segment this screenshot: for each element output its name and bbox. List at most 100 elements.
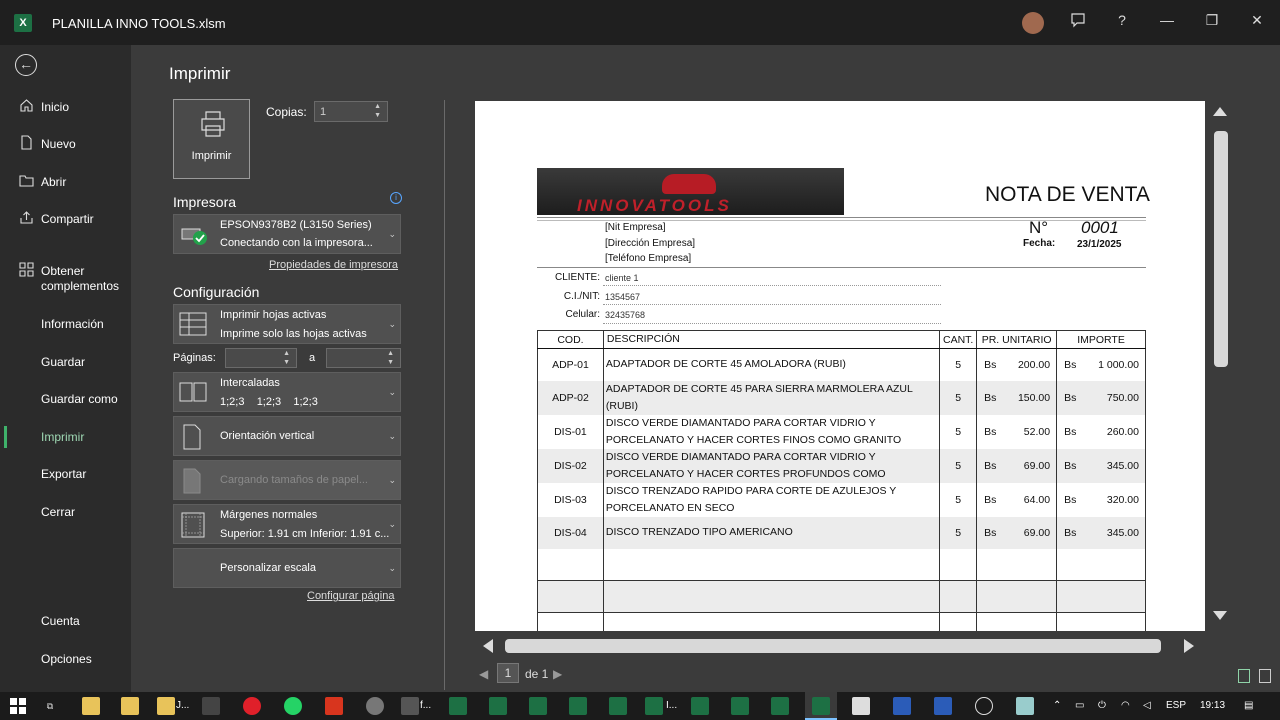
excel-taskbar-icon[interactable] xyxy=(609,697,627,715)
nav-label: Cuenta xyxy=(41,614,80,628)
windows-start-icon[interactable] xyxy=(10,698,26,714)
excel-taskbar-icon xyxy=(812,697,830,715)
restore-button[interactable]: ❐ xyxy=(1200,12,1224,29)
excel-taskbar-icon[interactable] xyxy=(489,697,507,715)
spinner-arrows-icon[interactable]: ▲ ▼ xyxy=(374,102,381,120)
nav-exportar[interactable]: Exportar xyxy=(0,459,131,489)
currency: Bs xyxy=(1064,526,1077,539)
orientation-dropdown[interactable]: Orientación vertical ⌄ xyxy=(173,416,401,456)
phone-link-icon[interactable] xyxy=(401,697,419,715)
currency: Bs xyxy=(1064,358,1077,371)
excel-taskbar-icon[interactable] xyxy=(691,697,709,715)
feedback-icon[interactable] xyxy=(1066,12,1090,31)
printer-dropdown[interactable]: EPSON9378B2 (L3150 Series) Conectando co… xyxy=(173,214,401,254)
horizontal-scrollbar[interactable] xyxy=(475,633,1205,659)
nav-informacion[interactable]: Información xyxy=(0,309,131,339)
user-avatar[interactable] xyxy=(1022,12,1044,34)
calculator-icon[interactable] xyxy=(202,697,220,715)
spinner-arrows-icon[interactable]: ▲ ▼ xyxy=(283,349,290,367)
help-button[interactable]: ? xyxy=(1110,12,1134,28)
nav-imprimir[interactable]: Imprimir xyxy=(0,422,131,452)
scroll-left-icon[interactable] xyxy=(483,639,493,653)
scale-dropdown[interactable]: Personalizar escala ⌄ xyxy=(173,548,401,588)
currency: Bs xyxy=(984,425,997,438)
vertical-scrollbar[interactable] xyxy=(1207,101,1233,631)
excel-taskbar-icon[interactable] xyxy=(771,697,789,715)
notifications-icon[interactable]: ▤ xyxy=(1244,700,1253,711)
client-phone-value: 32435768 xyxy=(605,310,646,320)
print-scope-dropdown[interactable]: Imprimir hojas activas Imprime solo las … xyxy=(173,304,401,344)
wifi-icon[interactable]: ◠ xyxy=(1121,700,1130,711)
app-icon[interactable] xyxy=(975,697,993,715)
folder-taskbar-icon[interactable] xyxy=(121,697,139,715)
nav-cuenta[interactable]: Cuenta xyxy=(0,606,131,636)
copies-input[interactable]: 1 ▲ ▼ xyxy=(314,101,388,122)
task-view-icon[interactable]: ⧉ xyxy=(41,697,59,715)
power-icon[interactable]: ⏻ xyxy=(1098,700,1106,711)
minimize-button[interactable]: — xyxy=(1155,12,1179,28)
volume-icon[interactable]: ◁ xyxy=(1143,700,1151,711)
pane-divider xyxy=(444,100,445,690)
nav-opciones[interactable]: Opciones xyxy=(0,644,131,674)
print-preview[interactable]: INNOVATOOLS NOTA DE VENTA N° 0001 Fecha:… xyxy=(475,101,1205,631)
collate-dropdown[interactable]: Intercaladas 1;2;3 1;2;3 1;2;3 ⌄ xyxy=(173,372,401,412)
battery-icon[interactable]: ▭ xyxy=(1075,700,1084,711)
info-icon[interactable]: i xyxy=(390,192,402,204)
excel-taskbar-icon[interactable] xyxy=(645,697,663,715)
page-setup-link[interactable]: Configurar página xyxy=(307,590,394,602)
close-button[interactable]: ✕ xyxy=(1245,12,1269,29)
nav-guardar[interactable]: Guardar xyxy=(0,347,131,377)
back-arrow-icon[interactable]: ← xyxy=(15,54,37,76)
excel-taskbar-icon[interactable] xyxy=(449,697,467,715)
chevron-up-icon[interactable]: ⌃ xyxy=(1053,700,1061,711)
language-indicator[interactable]: ESP xyxy=(1166,700,1186,711)
cell-imp: Bs 1 000.00 xyxy=(1056,348,1146,381)
page-number-input[interactable]: 1 xyxy=(497,663,519,683)
excel-taskbar-icon[interactable] xyxy=(731,697,749,715)
amount: 345.00 xyxy=(1106,459,1139,472)
nav-inicio[interactable]: Inicio xyxy=(0,92,131,122)
zoom-to-page-icon[interactable] xyxy=(1259,669,1271,683)
nav-abrir[interactable]: Abrir xyxy=(0,167,131,197)
notepad-icon[interactable] xyxy=(1016,697,1034,715)
nav-obtener-complementos[interactable]: Obtener complementos xyxy=(0,256,131,296)
clock[interactable]: 19:13 xyxy=(1200,700,1225,711)
print-button[interactable]: Imprimir xyxy=(173,99,250,179)
notes-icon[interactable] xyxy=(852,697,870,715)
col-header-cant: CANT. xyxy=(939,330,978,349)
word-icon[interactable] xyxy=(893,697,911,715)
app-icon[interactable] xyxy=(366,697,384,715)
pages-from-input[interactable]: ▲ ▼ xyxy=(225,348,297,368)
nav-nuevo[interactable]: Nuevo xyxy=(0,129,131,159)
spinner-arrows-icon[interactable]: ▲ ▼ xyxy=(387,349,394,367)
scroll-down-icon[interactable] xyxy=(1213,611,1227,620)
nav-guardar-como[interactable]: Guardar como xyxy=(0,384,131,414)
excel-taskbar-icon[interactable] xyxy=(529,697,547,715)
word-icon[interactable] xyxy=(934,697,952,715)
folder-taskbar-icon[interactable] xyxy=(82,697,100,715)
active-excel-task[interactable] xyxy=(805,692,837,720)
opera-browser-icon[interactable] xyxy=(243,697,261,715)
pages-to-input[interactable]: ▲ ▼ xyxy=(326,348,401,368)
whatsapp-icon[interactable] xyxy=(284,697,302,715)
prev-page-icon[interactable]: ◀ xyxy=(479,667,488,681)
scroll-right-icon[interactable] xyxy=(1184,639,1194,653)
nav-cerrar[interactable]: Cerrar xyxy=(0,497,131,527)
backstage-nav: ← Inicio Nuevo Abrir Compartir Obtener c… xyxy=(0,45,131,692)
scroll-up-icon[interactable] xyxy=(1213,107,1227,116)
excel-taskbar-icon[interactable] xyxy=(569,697,587,715)
printer-properties-link[interactable]: Propiedades de impresora xyxy=(269,259,398,271)
show-margins-icon[interactable] xyxy=(1238,669,1250,683)
acrobat-icon[interactable] xyxy=(325,697,343,715)
folder-taskbar-icon[interactable] xyxy=(157,697,175,715)
date-value: 23/1/2025 xyxy=(1077,239,1122,250)
amount: 345.00 xyxy=(1106,526,1139,539)
next-page-icon[interactable]: ▶ xyxy=(553,667,562,681)
margins-dropdown[interactable]: Márgenes normales Superior: 1.91 cm Infe… xyxy=(173,504,401,544)
page-count: de 1 xyxy=(525,667,549,681)
vertical-scroll-thumb[interactable] xyxy=(1214,131,1228,367)
collate-icon xyxy=(179,381,207,405)
horizontal-scroll-thumb[interactable] xyxy=(505,639,1161,653)
cell-cant: 5 xyxy=(939,348,978,381)
nav-compartir[interactable]: Compartir xyxy=(0,204,131,234)
